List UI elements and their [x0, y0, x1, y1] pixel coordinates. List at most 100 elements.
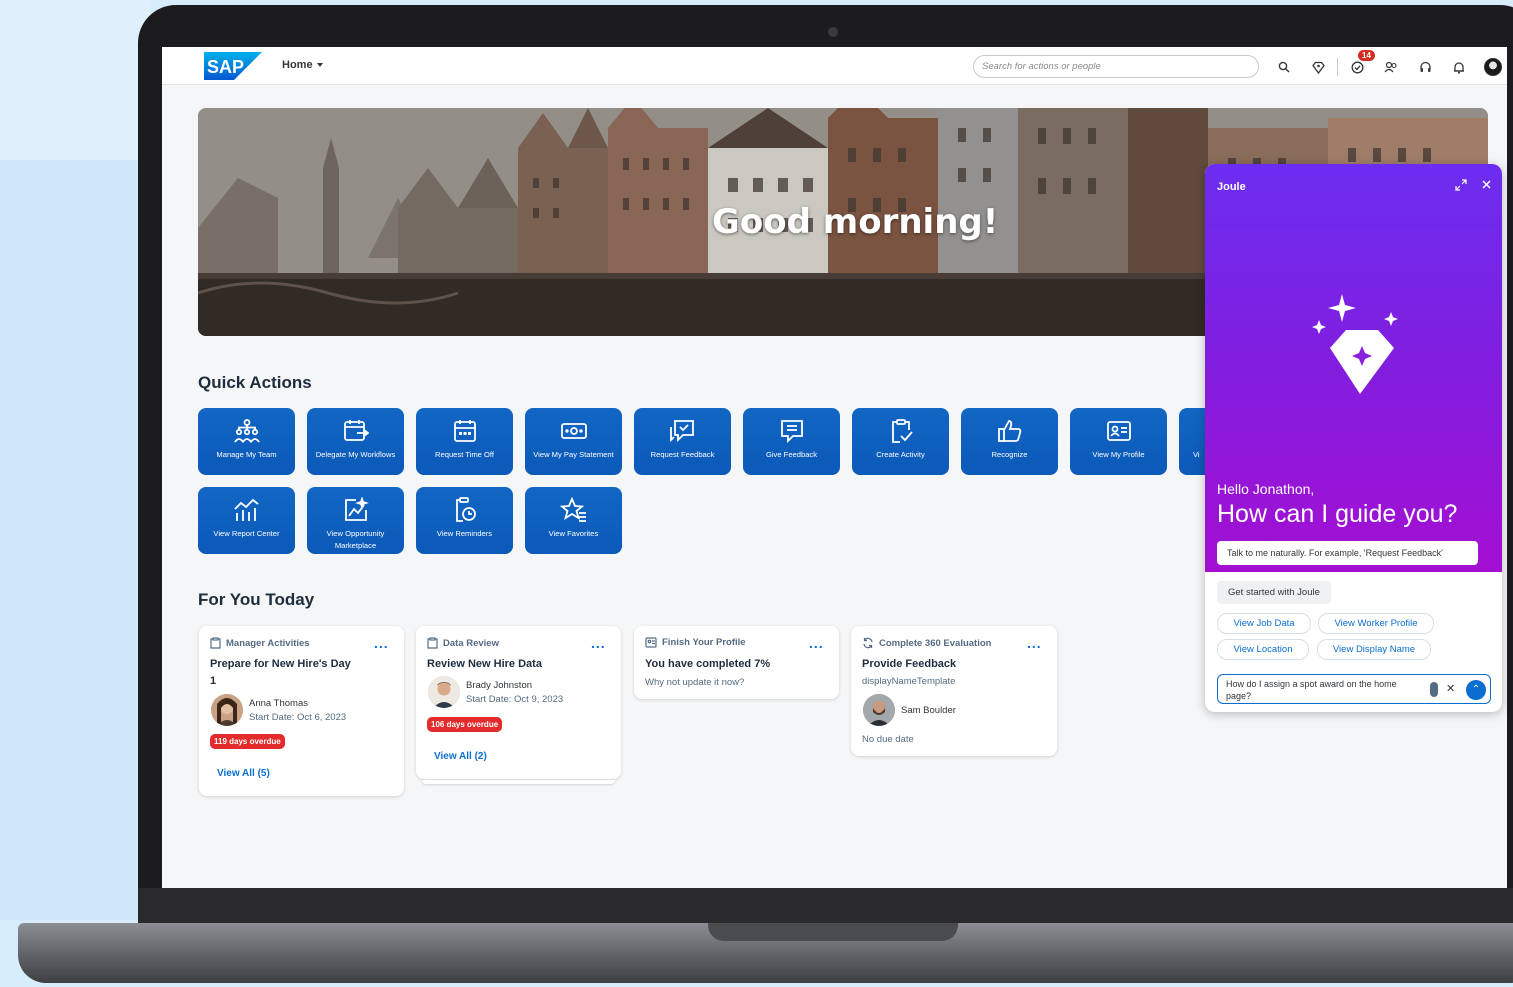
joule-prompt-hint: Talk to me naturally. For example, 'Requ…: [1217, 541, 1478, 565]
joule-greeting: Hello Jonathon,: [1217, 481, 1315, 497]
card-category: Complete 360 Evaluation: [862, 637, 991, 649]
clipboard-icon: [427, 637, 438, 649]
tile-label: View Reminders: [436, 529, 493, 538]
tile-view-report-center[interactable]: View Report Center: [198, 487, 295, 554]
close-icon[interactable]: [1481, 179, 1492, 190]
avatar: [428, 676, 460, 708]
tile-view-my-profile[interactable]: View My Profile: [1070, 408, 1167, 475]
suggestion-chip[interactable]: View Location: [1217, 639, 1309, 660]
for-you-today-title: For You Today: [198, 590, 315, 609]
joule-headline: How can I guide you?: [1217, 500, 1458, 528]
card-category: Finish Your Profile: [645, 637, 746, 648]
tile-label: Manage My Team: [216, 450, 277, 459]
tile-view-favorites[interactable]: View Favorites: [525, 487, 622, 554]
bell-icon[interactable]: [1442, 57, 1476, 77]
tasks-icon[interactable]: 14: [1340, 50, 1375, 77]
star-list-icon: [559, 497, 586, 522]
card-finish-your-profile[interactable]: Finish Your Profile ... You have complet…: [634, 626, 839, 699]
card-title: You have completed 7%: [645, 658, 771, 670]
clear-icon[interactable]: ✕: [1446, 682, 1455, 695]
calendar-icon: [453, 420, 476, 442]
org-chart-icon: [233, 419, 260, 443]
profile-card-icon: [645, 637, 657, 648]
chevron-down-icon: [316, 63, 323, 67]
card-stack-edge: [422, 780, 615, 784]
card-title: Review New Hire Data: [427, 658, 542, 670]
camera: [828, 27, 838, 37]
send-icon[interactable]: ⌃: [1466, 680, 1486, 700]
joule-title: Joule: [1217, 181, 1246, 193]
chat-input-value: How do I assign a spot award on the home…: [1226, 679, 1397, 701]
suggestion-chip[interactable]: View Worker Profile: [1318, 613, 1434, 634]
tile-delegate-my-workflows[interactable]: Delegate My Workflows: [307, 408, 404, 475]
backdrop-highlight: [0, 0, 150, 160]
home-menu[interactable]: Home: [282, 59, 323, 71]
tile-label: View Favorites: [548, 529, 599, 538]
joule-chat-input[interactable]: How do I assign a spot award on the home…: [1217, 674, 1491, 704]
search-icon[interactable]: [1267, 57, 1301, 77]
clipboard-icon: [210, 637, 221, 649]
people-icon[interactable]: [1374, 57, 1408, 77]
tile-view-opportunity-marketplace[interactable]: View Opportunity Marketplace: [307, 487, 404, 554]
diamond-icon[interactable]: [1301, 57, 1335, 77]
tile-request-feedback[interactable]: Request Feedback: [634, 408, 731, 475]
sap-logo[interactable]: SAP: [204, 52, 262, 80]
calendar-forward-icon: [343, 420, 369, 441]
clipboard-check-icon: [891, 419, 913, 443]
header-actions: 14: [1267, 50, 1507, 77]
feedback-request-icon: [669, 420, 694, 443]
get-started-button[interactable]: Get started with Joule: [1217, 581, 1331, 604]
more-options-icon[interactable]: ...: [809, 636, 824, 650]
tile-label: Request Time Off: [435, 450, 494, 459]
tile-view-my-pay-statement[interactable]: View My Pay Statement: [525, 408, 622, 475]
card-complete-360-evaluation[interactable]: Complete 360 Evaluation ... Provide Feed…: [851, 626, 1057, 756]
greeting-title: Good morning!: [712, 202, 999, 242]
avatar: [863, 694, 895, 726]
person-name: Brady Johnston: [466, 680, 533, 691]
card-data-review[interactable]: Data Review ... Review New Hire Data Bra…: [416, 626, 621, 779]
joule-diamond-logo: [1312, 294, 1398, 394]
overdue-badge: 119 days overdue: [210, 734, 285, 749]
reminder-icon: [455, 497, 476, 522]
card-manager-activities[interactable]: Manager Activities ... Prepare for New H…: [199, 626, 404, 796]
search-input[interactable]: Search for actions or people: [973, 55, 1259, 78]
start-date: Start Date: Oct 9, 2023: [466, 694, 564, 705]
user-avatar[interactable]: [1476, 57, 1507, 77]
feedback-icon: [780, 420, 803, 444]
avatar: [1484, 58, 1502, 76]
tile-label: View My Pay Statement: [533, 450, 614, 459]
tile-give-feedback[interactable]: Give Feedback: [743, 408, 840, 475]
card-subtitle: displayNameTemplate: [862, 676, 956, 687]
tile-recognize[interactable]: Recognize: [961, 408, 1058, 475]
card-subtitle: Why not update it now?: [645, 677, 745, 688]
suggestion-chip[interactable]: View Job Data: [1217, 613, 1311, 634]
microphone-icon[interactable]: [1430, 682, 1438, 697]
start-date: Start Date: Oct 6, 2023: [249, 712, 347, 723]
laptop-hinge: [138, 888, 1513, 924]
tile-request-time-off[interactable]: Request Time Off: [416, 408, 513, 475]
quick-actions-title: Quick Actions: [198, 373, 312, 392]
more-options-icon[interactable]: ...: [591, 636, 606, 650]
headset-icon[interactable]: [1408, 57, 1442, 77]
view-all-link[interactable]: View All (2): [434, 751, 487, 762]
expand-icon[interactable]: [1455, 179, 1467, 191]
profile-card-icon: [1106, 421, 1131, 441]
tile-label: Request Feedback: [650, 450, 715, 459]
more-options-icon[interactable]: ...: [1027, 636, 1042, 650]
card-category: Data Review: [427, 637, 499, 649]
search-placeholder: Search for actions or people: [982, 61, 1101, 72]
tile-label: Give Feedback: [765, 450, 818, 459]
tile-create-activity[interactable]: Create Activity: [852, 408, 949, 475]
tile-manage-my-team[interactable]: Manage My Team: [198, 408, 295, 475]
view-all-link[interactable]: View All (5): [217, 768, 270, 779]
opportunity-icon: [344, 497, 369, 521]
joule-panel: Joule Hello Jonathon, How can I guide yo…: [1205, 164, 1502, 712]
joule-window-controls: [1455, 179, 1492, 191]
suggestion-chip[interactable]: View Display Name: [1317, 639, 1431, 660]
more-options-icon[interactable]: ...: [374, 636, 389, 650]
card-title: Provide Feedback: [862, 658, 957, 670]
money-icon: [560, 423, 587, 439]
logo-text: SAP: [207, 57, 244, 77]
tile-label: View Report Center: [213, 529, 280, 538]
tile-view-reminders[interactable]: View Reminders: [416, 487, 513, 554]
